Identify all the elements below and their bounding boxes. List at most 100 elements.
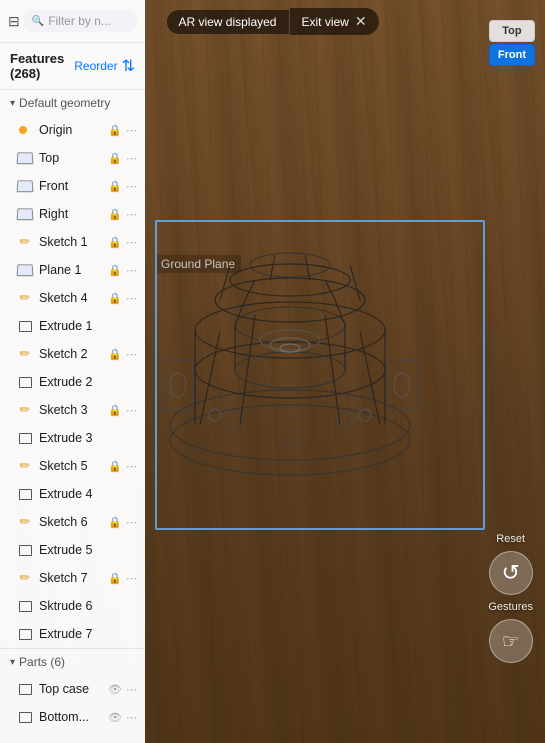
more-icon[interactable]: ⋯	[126, 292, 137, 305]
origin-icon	[16, 123, 34, 137]
list-item[interactable]: Extrude 1	[0, 312, 145, 340]
list-item[interactable]: Origin 🔒 ⋯	[0, 116, 145, 144]
part-icon	[16, 682, 34, 696]
more-icon[interactable]: ⋯	[126, 152, 137, 165]
list-item[interactable]: Top case 👁 ⋯	[0, 675, 145, 703]
list-item[interactable]: Bottom... 👁 ⋯	[0, 703, 145, 731]
list-item[interactable]: ✏ Sketch 4 🔒 ⋯	[0, 284, 145, 312]
lock-icon[interactable]: 🔒	[108, 460, 122, 473]
list-item[interactable]: ✏ Sketch 1 🔒 ⋯	[0, 228, 145, 256]
ar-displayed-badge: AR view displayed	[166, 10, 288, 34]
lock-icon[interactable]: 🔒	[108, 404, 122, 417]
list-item[interactable]: Extrude 7	[0, 620, 145, 648]
more-icon[interactable]: ⋯	[126, 683, 137, 696]
features-header: Features (268) Reorder ⇅	[0, 43, 145, 90]
more-icon[interactable]: ⋯	[126, 516, 137, 529]
feature-label: Plane 1	[39, 263, 108, 277]
list-item[interactable]: ✏ Sketch 7 🔒 ⋯	[0, 564, 145, 592]
default-geometry-group[interactable]: ▾ Default geometry	[0, 90, 145, 116]
list-item[interactable]: ✏ Sketch 5 🔒 ⋯	[0, 452, 145, 480]
sort-icon[interactable]: ⇅	[122, 56, 135, 76]
list-item[interactable]: Plane 1 🔒 ⋯	[0, 256, 145, 284]
extrude-icon	[16, 431, 34, 445]
part-icon	[16, 710, 34, 724]
extrude-icon	[16, 543, 34, 557]
lock-icon[interactable]: 🔒	[108, 124, 122, 137]
reorder-button[interactable]: Reorder	[74, 59, 117, 73]
more-icon[interactable]: ⋯	[126, 180, 137, 193]
sketch-icon: ✏	[16, 403, 34, 417]
extrude-icon	[16, 319, 34, 333]
ar-top-bar: AR view displayed Exit view ✕	[166, 8, 378, 35]
list-item[interactable]: Right 🔒 ⋯	[0, 200, 145, 228]
close-icon: ✕	[355, 13, 367, 30]
gestures-icon: ☞	[502, 629, 520, 654]
more-icon[interactable]: ⋯	[126, 236, 137, 249]
more-icon[interactable]: ⋯	[126, 404, 137, 417]
list-item[interactable]: Top 🔒 ⋯	[0, 144, 145, 172]
reset-label: Reset	[496, 533, 525, 545]
eye-icon[interactable]: 👁	[108, 683, 122, 696]
sketch-icon: ✏	[16, 515, 34, 529]
feature-label: Sketch 6	[39, 515, 108, 529]
chevron-down-icon: ▾	[10, 98, 15, 109]
gestures-button[interactable]: ☞	[489, 619, 533, 663]
feature-label: Extrude 5	[39, 543, 137, 557]
feature-label: Sketch 4	[39, 291, 108, 305]
features-title: Features (268)	[10, 51, 74, 81]
lock-icon[interactable]: 🔒	[108, 180, 122, 193]
lock-icon[interactable]: 🔒	[108, 348, 122, 361]
plane-icon	[16, 207, 34, 221]
view-cube-front[interactable]: Front	[489, 44, 535, 66]
feature-label: Top	[39, 151, 108, 165]
list-item[interactable]: ✏ Sketch 6 🔒 ⋯	[0, 508, 145, 536]
list-item[interactable]: ✏ Sketch 3 🔒 ⋯	[0, 396, 145, 424]
feature-label: Origin	[39, 123, 108, 137]
lock-icon[interactable]: 🔒	[108, 208, 122, 221]
feature-label: Right	[39, 207, 108, 221]
feature-label: Extrude 4	[39, 487, 137, 501]
feature-label: Sketch 2	[39, 347, 108, 361]
feature-label: Extrude 1	[39, 319, 137, 333]
view-cube: Top Front	[489, 20, 535, 66]
list-item[interactable]: Front 🔒 ⋯	[0, 172, 145, 200]
filter-icon[interactable]: ⊟	[8, 13, 20, 30]
feature-label: Extrude 7	[39, 627, 137, 641]
list-item[interactable]: Extrude 3	[0, 424, 145, 452]
search-input-placeholder: Filter by n...	[48, 14, 111, 28]
sketch-icon: ✏	[16, 291, 34, 305]
search-box[interactable]: 🔍 Filter by n...	[24, 10, 137, 32]
reset-button[interactable]: ↺	[489, 551, 533, 595]
extrude-icon	[16, 375, 34, 389]
chevron-down-icon: ▾	[10, 657, 15, 668]
extrude-icon	[16, 627, 34, 641]
list-item[interactable]: Sktrude 6	[0, 592, 145, 620]
more-icon[interactable]: ⋯	[126, 572, 137, 585]
lock-icon[interactable]: 🔒	[108, 516, 122, 529]
more-icon[interactable]: ⋯	[126, 348, 137, 361]
extrude-icon	[16, 487, 34, 501]
lock-icon[interactable]: 🔒	[108, 152, 122, 165]
more-icon[interactable]: ⋯	[126, 711, 137, 724]
more-icon[interactable]: ⋯	[126, 208, 137, 221]
list-item[interactable]: ✏ Sketch 2 🔒 ⋯	[0, 340, 145, 368]
feature-label: Sketch 5	[39, 459, 108, 473]
plane-icon	[16, 263, 34, 277]
lock-icon[interactable]: 🔒	[108, 292, 122, 305]
sketch-icon: ✏	[16, 235, 34, 249]
view-cube-top[interactable]: Top	[489, 20, 535, 42]
list-item[interactable]: Extrude 5	[0, 536, 145, 564]
more-icon[interactable]: ⋯	[126, 460, 137, 473]
search-icon: 🔍	[32, 16, 44, 27]
lock-icon[interactable]: 🔒	[108, 264, 122, 277]
list-item[interactable]: Extrude 4	[0, 480, 145, 508]
eye-icon[interactable]: 👁	[108, 711, 122, 724]
lock-icon[interactable]: 🔒	[108, 236, 122, 249]
more-icon[interactable]: ⋯	[126, 264, 137, 277]
list-item[interactable]: Extrude 2	[0, 368, 145, 396]
more-icon[interactable]: ⋯	[126, 124, 137, 137]
feature-label: Sketch 1	[39, 235, 108, 249]
lock-icon[interactable]: 🔒	[108, 572, 122, 585]
ar-exit-button[interactable]: Exit view ✕	[288, 8, 378, 35]
parts-group-header[interactable]: ▾Parts (6)	[0, 648, 145, 675]
